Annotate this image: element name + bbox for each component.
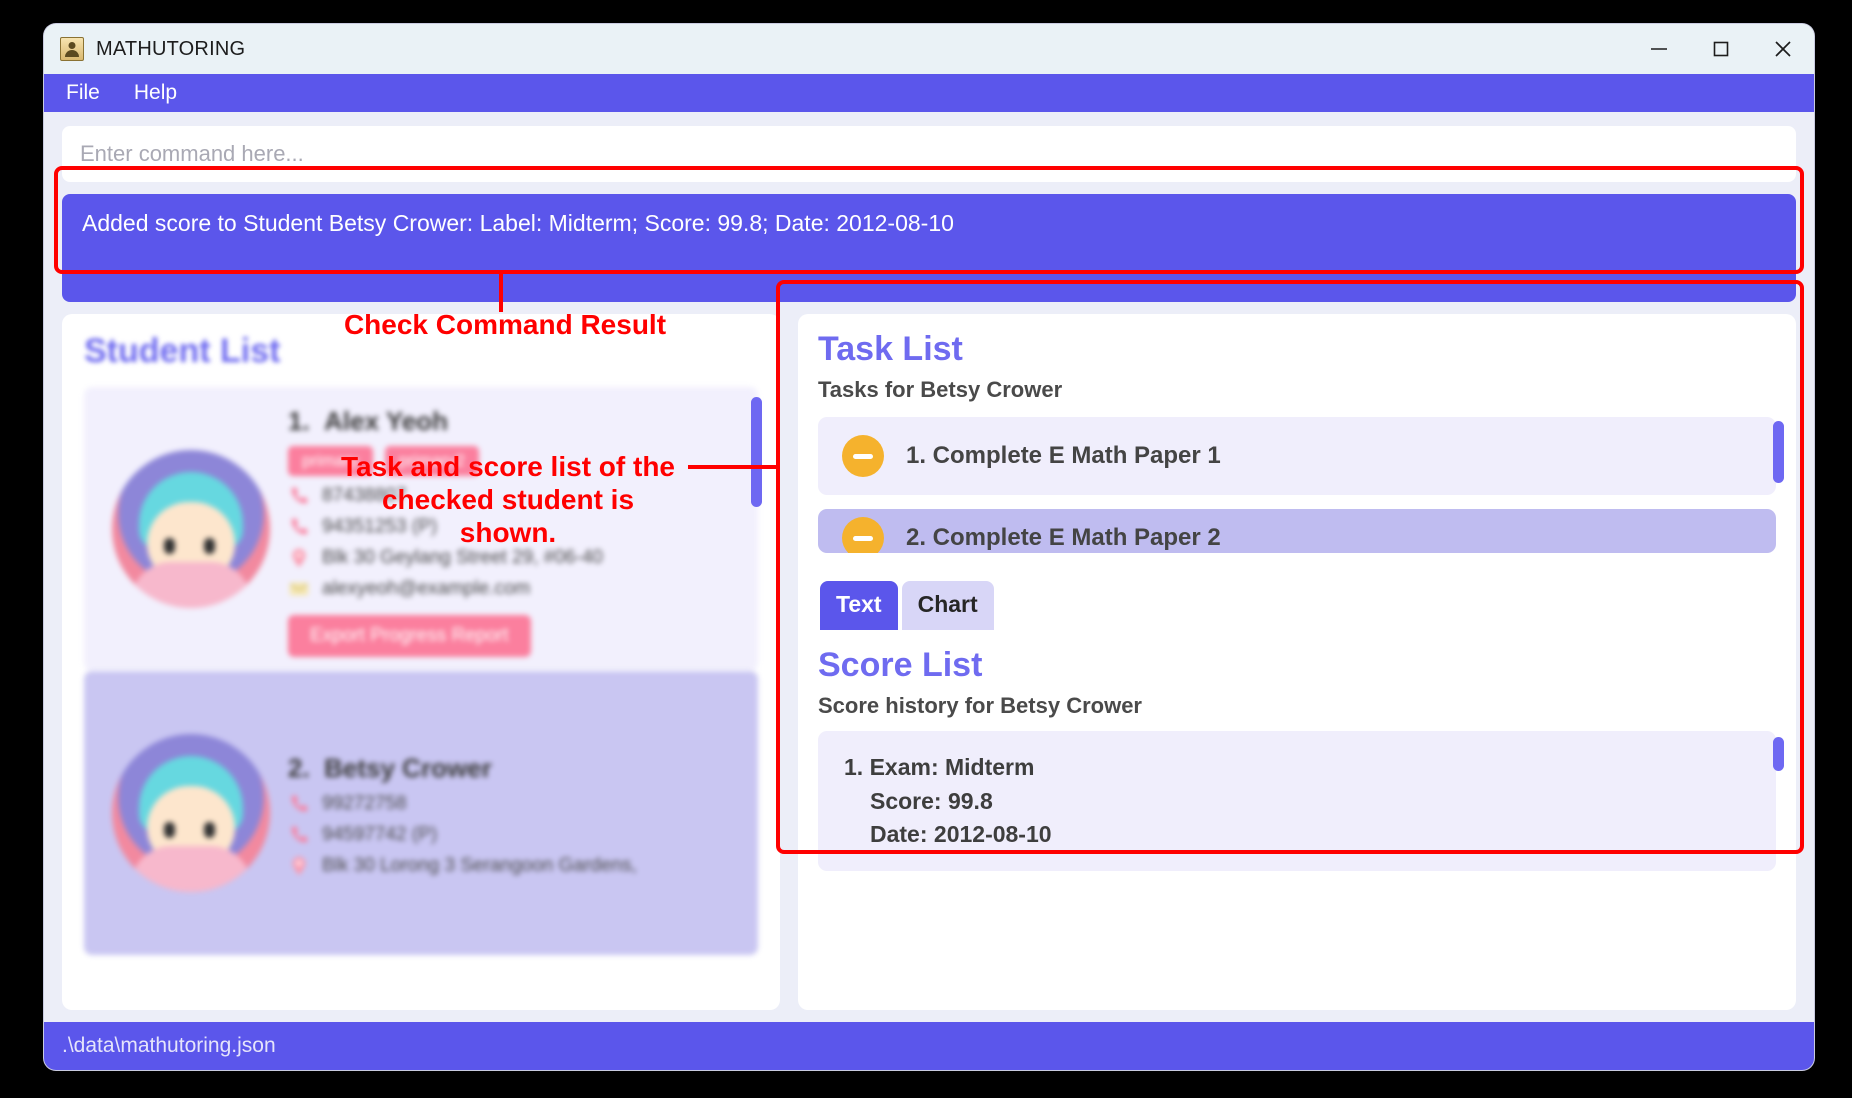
result-callout-label: Check Command Result [343,309,667,340]
score-list-title: Score List [818,646,983,685]
student-email: alexyeoh@example.com [322,577,531,599]
task-item[interactable]: 2. Complete E Math Paper 2 [818,509,1776,554]
window-controls [1628,24,1814,74]
student-card[interactable]: 2. Betsy Crower 99272758 94597742 (P) Bl… [84,671,758,956]
title-bar: MATHUTORING [44,24,1814,74]
command-result-text: Added score to Student Betsy Crower: Lab… [82,210,954,236]
student-address: Blk 30 Lorong 3 Serangoon Gardens, [322,855,637,877]
command-result-box: Added score to Student Betsy Crower: Lab… [62,194,1796,302]
avatar [112,734,270,893]
student-info: 2. Betsy Crower 99272758 94597742 (P) Bl… [288,749,744,877]
phone-icon [291,487,308,503]
student-name: 1. Alex Yeoh [288,405,448,436]
task-list-title: Task List [818,330,963,368]
app-body: Enter command here... Added score to Stu… [44,112,1814,1022]
location-pin-icon [292,856,306,876]
task-list-subtitle: Tasks for Betsy Crower [818,377,1063,403]
task-item[interactable]: 1. Complete E Math Paper 1 [818,417,1776,496]
avatar [112,450,270,609]
score-item[interactable]: 1. Exam: Midterm Score: 99.8 Date: 2012-… [818,731,1776,872]
task-label: 1. Complete E Math Paper 1 [906,442,1221,470]
menu-item-file[interactable]: File [66,81,100,105]
minus-circle-icon [842,435,884,478]
command-input[interactable]: Enter command here... [62,126,1796,182]
student-address-row: Blk 30 Lorong 3 Serangoon Gardens, [288,855,744,877]
menu-item-help[interactable]: Help [134,81,177,105]
student-phone2: 94597742 (P) [322,824,438,846]
desktop-background: MATHUTORING File Help Enter command here… [0,0,1852,1098]
student-name: 2. Betsy Crower [288,753,492,784]
task-items: 1. Complete E Math Paper 1 2. Complete E… [818,417,1784,567]
panels-container: Student List 1. Alex Yeoh primary primar… [62,314,1796,1022]
student-list-scrollbar[interactable] [751,397,762,508]
student-list-panel: Student List 1. Alex Yeoh primary primar… [62,314,780,1010]
task-list-scrollbar[interactable] [1773,421,1784,484]
score-items: 1. Exam: Midterm Score: 99.8 Date: 2012-… [818,731,1784,872]
panel-callout-leader [688,465,778,469]
contact-card-icon [60,37,84,61]
command-input-placeholder: Enter command here... [80,141,304,166]
student-address: Blk 30 Geylang Street 29, #06-40 [322,546,603,568]
student-phone-row: 99272758 [288,793,744,815]
close-icon[interactable] [1752,24,1814,74]
student-phone2-row: 94597742 (P) [288,824,744,846]
score-date: Date: 2012-08-10 [870,820,1052,847]
menu-bar: File Help [44,74,1814,112]
task-label: 2. Complete E Math Paper 2 [906,524,1221,552]
tab-chart[interactable]: Chart [901,581,994,631]
location-pin-icon [292,548,306,567]
minimize-icon[interactable] [1628,24,1690,74]
minus-circle-icon [842,517,884,554]
export-progress-report-button[interactable]: Export Progress Report [288,614,531,657]
score-exam: 1. Exam: Midterm [844,754,1035,781]
result-callout-leader [499,274,503,312]
task-and-score-panel: Task List Tasks for Betsy Crower 1. Comp… [798,314,1796,1010]
student-email-row: alexyeoh@example.com [288,578,744,600]
title-bar-left: MATHUTORING [44,37,245,61]
score-list-subtitle: Score history for Betsy Crower [818,693,1142,719]
student-phone: 99272758 [322,793,407,815]
email-icon [289,582,309,596]
student-address-row: Blk 30 Geylang Street 29, #06-40 [288,547,744,569]
phone-icon [291,826,308,843]
tab-text[interactable]: Text [820,581,898,631]
score-list-scrollbar[interactable] [1773,737,1784,772]
status-bar-path: .\data\mathutoring.json [62,1034,276,1057]
window-title: MATHUTORING [96,37,246,60]
maximize-icon[interactable] [1690,24,1752,74]
view-tabs: Text Chart [818,581,1776,631]
phone-icon [291,795,308,812]
status-bar: .\data\mathutoring.json [44,1022,1814,1070]
panel-callout-label: Task and score list of the checked stude… [340,451,676,549]
phone-icon [291,518,308,534]
score-value: Score: 99.8 [870,787,993,814]
application-window: MATHUTORING File Help Enter command here… [44,24,1814,1070]
